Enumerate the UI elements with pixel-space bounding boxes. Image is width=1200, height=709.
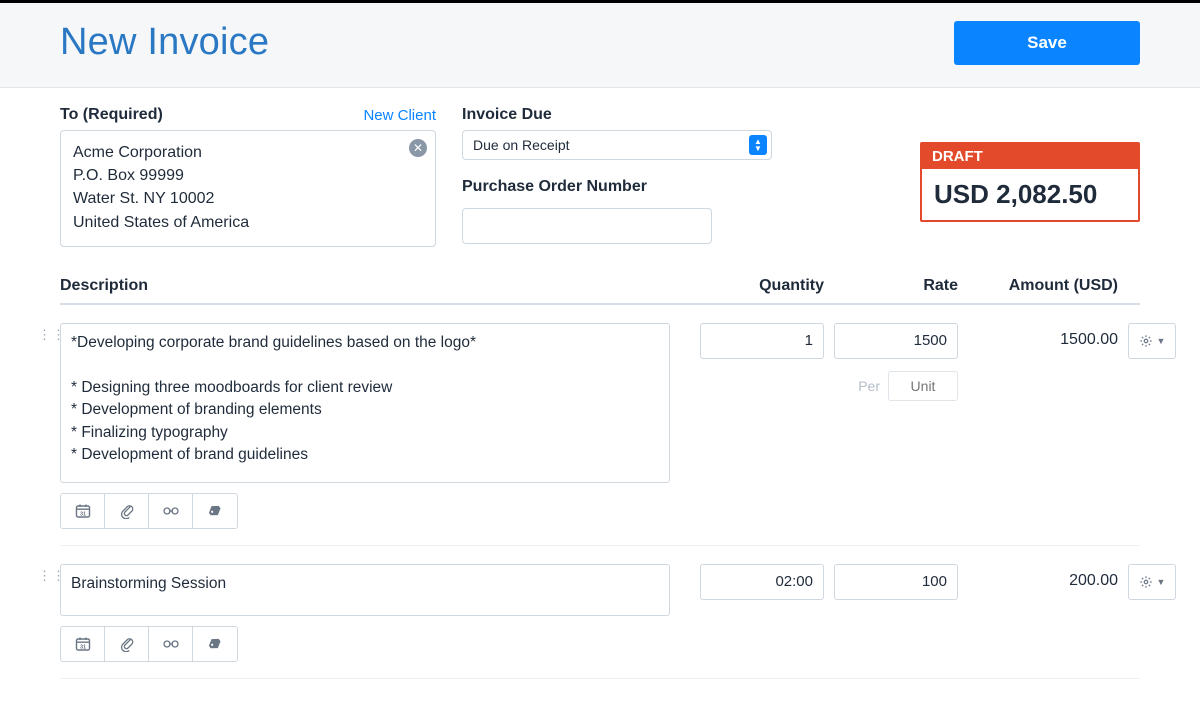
svg-text:31: 31 — [79, 644, 85, 650]
line-description-input[interactable]: *Developing corporate brand guidelines b… — [60, 323, 670, 483]
line-settings-button[interactable]: ▼ — [1128, 323, 1176, 359]
po-input[interactable] — [462, 208, 712, 244]
column-rate: Rate — [824, 277, 958, 295]
clear-client-icon[interactable]: ✕ — [409, 139, 427, 157]
gear-icon — [1139, 334, 1153, 348]
column-description: Description — [60, 277, 690, 295]
to-label: To (Required) — [60, 106, 163, 124]
client-address-line: United States of America — [73, 211, 399, 234]
invoice-due-label: Invoice Due — [462, 106, 772, 124]
unit-input[interactable] — [888, 371, 958, 401]
link-icon[interactable] — [149, 627, 193, 661]
column-amount: Amount (USD) — [958, 277, 1118, 295]
tag-icon[interactable] — [193, 494, 237, 528]
invoice-due-select[interactable]: Due on Receipt ▲▼ — [462, 130, 772, 160]
client-address-line: Water St. NY 10002 — [73, 187, 399, 210]
invoice-total: USD 2,082.50 — [922, 169, 1138, 220]
rate-input[interactable] — [834, 323, 958, 359]
po-label: Purchase Order Number — [462, 178, 772, 196]
save-button[interactable]: Save — [954, 21, 1140, 65]
drag-handle-icon[interactable]: ⋮⋮ — [38, 568, 66, 584]
line-item: ⋮⋮ Brainstorming Session 31 — [60, 546, 1140, 662]
chevron-down-icon: ▼ — [1157, 336, 1166, 346]
line-settings-button[interactable]: ▼ — [1128, 564, 1176, 600]
client-name: Acme Corporation — [73, 141, 399, 164]
line-description-input[interactable]: Brainstorming Session — [60, 564, 670, 616]
svg-text:31: 31 — [79, 511, 85, 517]
drag-handle-icon[interactable]: ⋮⋮ — [38, 327, 66, 343]
gear-icon — [1139, 575, 1153, 589]
select-stepper-icon: ▲▼ — [749, 135, 767, 155]
client-box[interactable]: ✕ Acme Corporation P.O. Box 99999 Water … — [60, 130, 436, 247]
new-client-link[interactable]: New Client — [363, 107, 436, 124]
total-box: DRAFT USD 2,082.50 — [920, 142, 1140, 222]
column-quantity: Quantity — [690, 277, 824, 295]
attachment-icon[interactable] — [105, 494, 149, 528]
page-title: New Invoice — [60, 21, 269, 64]
line-item: ⋮⋮ *Developing corporate brand guideline… — [60, 305, 1140, 529]
chevron-down-icon: ▼ — [1157, 577, 1166, 587]
quantity-input[interactable] — [700, 564, 824, 600]
link-icon[interactable] — [149, 494, 193, 528]
status-badge: DRAFT — [922, 144, 1138, 169]
quantity-input[interactable] — [700, 323, 824, 359]
attachment-icon[interactable] — [105, 627, 149, 661]
calendar-icon[interactable]: 31 — [61, 494, 105, 528]
per-label: Per — [858, 378, 880, 394]
line-amount: 200.00 — [958, 564, 1118, 590]
tag-icon[interactable] — [193, 627, 237, 661]
rate-input[interactable] — [834, 564, 958, 600]
line-amount: 1500.00 — [958, 323, 1118, 349]
invoice-due-value: Due on Receipt — [473, 137, 570, 153]
calendar-icon[interactable]: 31 — [61, 627, 105, 661]
client-address-line: P.O. Box 99999 — [73, 164, 399, 187]
